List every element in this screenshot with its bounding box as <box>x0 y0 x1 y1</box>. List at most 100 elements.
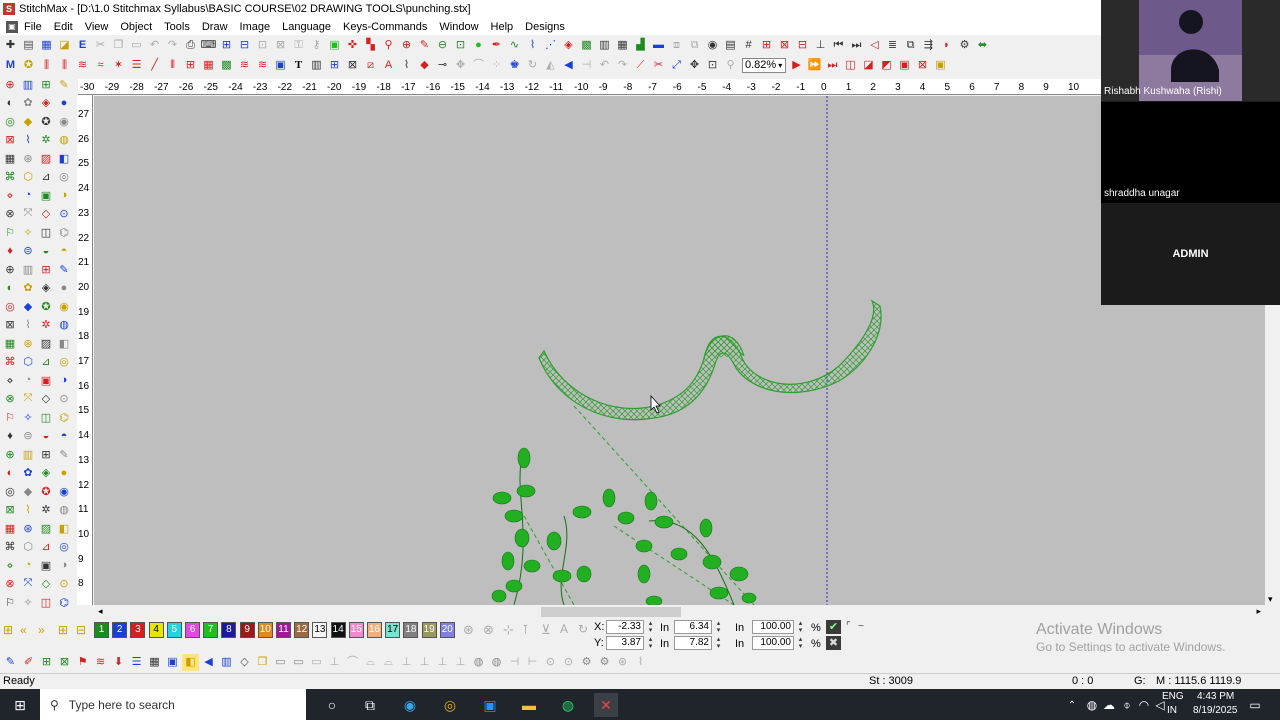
drawing-tool-icon[interactable]: ▨ <box>37 520 55 537</box>
y-spin-icon[interactable]: ▴ ▾ <box>646 636 655 650</box>
color-swatch[interactable]: 14 <box>330 622 346 638</box>
drawing-tool-icon[interactable]: ◔ <box>19 372 37 389</box>
drawing-tool-icon[interactable]: ⌘ <box>1 168 19 185</box>
zoom-fit-icon[interactable]: ⚲ <box>380 37 397 54</box>
participant-tile-3[interactable]: ADMIN <box>1101 204 1280 305</box>
chrome-icon[interactable]: ◎ <box>438 693 462 717</box>
edge-icon[interactable]: ◉ <box>398 693 422 717</box>
drawing-tool-icon[interactable]: ⌇ <box>19 501 37 518</box>
zoom-in-icon[interactable]: ⊕ <box>398 37 415 54</box>
table-icon[interactable]: ▤ <box>722 37 739 54</box>
fast-forward-icon[interactable]: ⏩ <box>806 57 823 74</box>
letter-a-icon[interactable]: A <box>380 57 397 74</box>
motif-icon[interactable]: ≋ <box>236 57 253 74</box>
whatsapp-icon[interactable]: ◍ <box>556 693 580 717</box>
color-swatch[interactable]: 17 <box>385 622 401 638</box>
color-swatch[interactable]: 5 <box>166 622 182 638</box>
repeat-stitch-icon[interactable]: ⊛ <box>463 622 474 638</box>
drawing-tool-icon[interactable]: ◐ <box>1 464 19 481</box>
scale-x-field[interactable]: 100.00 <box>752 620 794 634</box>
measure-icon[interactable]: ◈ <box>560 37 577 54</box>
spring-icon[interactable]: ⌇ <box>398 57 415 74</box>
grid-toggle-icon[interactable]: # <box>740 37 757 54</box>
color-swatch[interactable]: 7 <box>203 622 219 638</box>
design-canvas[interactable] <box>94 96 1265 605</box>
stitchmax-taskbar-icon[interactable]: ✕ <box>594 693 618 717</box>
drawing-tool-icon[interactable]: ⌬ <box>55 224 73 241</box>
drawing-tool-icon[interactable]: ◉ <box>55 298 73 315</box>
rotate-right-icon[interactable]: ↷ <box>614 57 631 74</box>
color-swatch[interactable]: 6 <box>185 622 200 638</box>
gear2-icon[interactable]: ⚙ <box>596 654 613 671</box>
trim-icon[interactable]: ◗ <box>938 37 955 54</box>
tile-icon[interactable]: ◆ <box>416 57 433 74</box>
bezier-icon[interactable]: ✒ <box>488 37 505 54</box>
repeat-icon[interactable]: ⧈ <box>668 37 685 54</box>
machine-icon[interactable]: ⌨ <box>200 37 217 54</box>
drawing-tool-icon[interactable]: ⊕ <box>1 446 19 463</box>
drawing-tool-icon[interactable]: ⌘ <box>1 538 19 555</box>
file-explorer-icon[interactable]: ▬ <box>517 693 541 717</box>
color-swatch[interactable]: 12 <box>294 622 310 638</box>
wave-icon[interactable]: ≈ <box>92 57 109 74</box>
scroll-thumb[interactable] <box>541 607 681 617</box>
dome2-icon[interactable]: ⌓ <box>380 654 397 671</box>
applique-icon[interactable]: ♚ <box>506 57 523 74</box>
drawing-tool-icon[interactable]: ⊞ <box>37 76 55 93</box>
drawing-tool-icon[interactable]: ✲ <box>37 501 55 518</box>
drawing-tool-icon[interactable]: ◈ <box>37 464 55 481</box>
text-a-icon[interactable]: A <box>560 622 568 636</box>
columns-icon[interactable]: ⦀ <box>164 57 181 74</box>
height-field[interactable]: 7.82 <box>674 636 712 650</box>
drawing-tool-icon[interactable]: ◈ <box>37 94 55 111</box>
redo-icon[interactable]: ↷ <box>164 37 181 54</box>
drawing-tool-icon[interactable]: ✪ <box>37 483 55 500</box>
last-stitch-icon[interactable]: ⏭ <box>848 37 865 54</box>
print-icon[interactable]: ⎙ <box>182 37 199 54</box>
list-icon[interactable]: ≣ <box>884 37 901 54</box>
drawing-tool-icon[interactable]: ⊿ <box>37 353 55 370</box>
rectangle-icon[interactable]: ▣ <box>326 37 343 54</box>
drawing-tool-icon[interactable]: ◐ <box>1 94 19 111</box>
drawing-tool-icon[interactable]: ⌇ <box>19 131 37 148</box>
drawing-tool-icon[interactable]: ⊗ <box>1 390 19 407</box>
pencil-icon[interactable]: ✎ <box>2 654 19 671</box>
cortana-icon[interactable]: ○ <box>320 693 344 717</box>
undo-icon[interactable]: ↶ <box>146 37 163 54</box>
copy-tool-icon[interactable]: ❐ <box>254 654 271 671</box>
distribute-icon[interactable]: ⊠ <box>272 37 289 54</box>
zoom-box-icon[interactable]: ⊡ <box>452 37 469 54</box>
drawing-tool-icon[interactable]: ◉ <box>55 483 73 500</box>
cancel-x-icon[interactable]: ✖ <box>826 636 841 650</box>
drawing-tool-icon[interactable]: ✎ <box>55 446 73 463</box>
clock-date[interactable]: 8/19/2025 <box>1193 705 1238 716</box>
hoop-icon[interactable]: ⊟ <box>794 37 811 54</box>
menu-edit[interactable]: Edit <box>48 21 79 33</box>
lines-icon[interactable]: ☰ <box>128 57 145 74</box>
menu-keys-commands[interactable]: Keys-Commands <box>337 21 433 33</box>
drawing-tool-icon[interactable]: ▨ <box>37 150 55 167</box>
drawing-tool-icon[interactable]: ✧ <box>19 594 37 611</box>
stripe-icon[interactable]: ☰ <box>128 654 145 671</box>
cross-frame-icon[interactable]: ⊠ <box>776 37 793 54</box>
drawing-tool-icon[interactable]: ◑ <box>55 372 73 389</box>
taskbar-search-box[interactable]: ⚲ Type here to search <box>40 689 306 720</box>
menu-draw[interactable]: Draw <box>196 21 234 33</box>
drawing-tool-icon[interactable]: ⚐ <box>1 224 19 241</box>
scroll-left-icon[interactable]: ◂ <box>98 606 103 617</box>
drawing-tool-icon[interactable]: ◎ <box>55 353 73 370</box>
tools-icon[interactable]: ⚙ <box>956 37 973 54</box>
scale-y-spin-icon[interactable]: ▴ ▾ <box>796 636 805 650</box>
frame-4-icon[interactable]: ▣ <box>896 57 913 74</box>
save-icon[interactable]: ▦ <box>38 37 55 54</box>
speaker-icon[interactable]: ◀ <box>200 654 217 671</box>
leaf-vine-shape[interactable] <box>491 447 757 605</box>
play-icon[interactable]: ▶ <box>788 57 805 74</box>
frame-3-icon[interactable]: ◩ <box>878 57 895 74</box>
color-swatch[interactable]: 10 <box>257 622 273 638</box>
qr-icon[interactable]: ⊞ <box>326 57 343 74</box>
tatami-icon[interactable]: ⧄ <box>362 57 379 74</box>
drawing-tool-icon[interactable]: ▨ <box>37 335 55 352</box>
unlock-icon[interactable]: ⚷ <box>308 37 325 54</box>
scale-y-field[interactable]: 100.00 <box>752 636 794 650</box>
